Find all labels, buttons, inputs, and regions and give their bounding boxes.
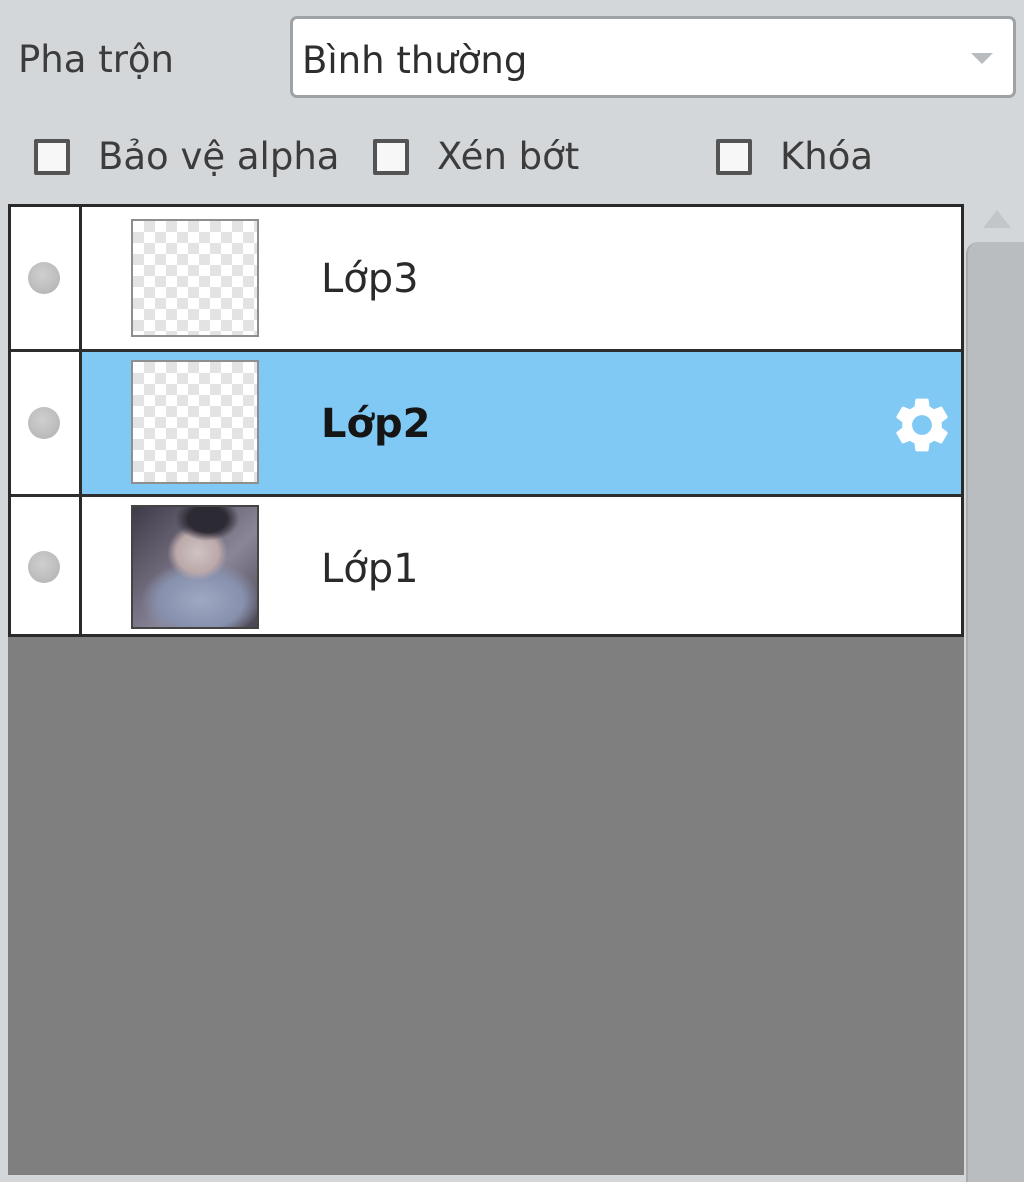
visibility-column <box>11 497 82 634</box>
layers-panel: Lớp3 Lớp2 Lớp1 <box>8 204 964 1175</box>
layer-row-lop3[interactable]: Lớp3 <box>11 207 961 349</box>
blend-mode-value: Bình thường <box>302 39 528 82</box>
clipping-checkbox[interactable]: Xén bớt <box>373 132 579 182</box>
layer-thumbnail <box>131 360 259 484</box>
clipping-box[interactable] <box>373 139 409 175</box>
layer-row-lop2[interactable]: Lớp2 <box>11 352 961 494</box>
protect-alpha-box[interactable] <box>34 139 70 175</box>
layer-thumbnail-photo <box>131 505 259 629</box>
visibility-column <box>11 352 82 494</box>
layer-name: Lớp3 <box>321 256 419 302</box>
clipping-label: Xén bớt <box>437 135 580 178</box>
blend-mode-label: Pha trộn <box>18 38 175 81</box>
chevron-down-icon <box>971 53 993 64</box>
vertical-scrollbar-thumb[interactable] <box>966 242 1024 1182</box>
lock-label: Khóa <box>780 135 874 178</box>
visibility-dot-icon[interactable] <box>28 407 60 439</box>
layer-thumbnail <box>131 219 259 337</box>
gear-icon[interactable] <box>889 392 955 458</box>
layer-name: Lớp1 <box>321 546 419 592</box>
protect-alpha-checkbox[interactable]: Bảo vệ alpha <box>34 132 339 182</box>
visibility-column <box>11 207 82 349</box>
layer-row-lop1[interactable]: Lớp1 <box>11 497 961 634</box>
protect-alpha-label: Bảo vệ alpha <box>98 135 340 178</box>
lock-box[interactable] <box>716 139 752 175</box>
layer-name: Lớp2 <box>321 401 431 447</box>
scroll-up-arrow-icon[interactable] <box>983 210 1011 228</box>
layer-list: Lớp3 Lớp2 Lớp1 <box>8 204 964 637</box>
blend-mode-select[interactable]: Bình thường <box>290 16 1016 98</box>
lock-checkbox[interactable]: Khóa <box>716 132 873 182</box>
visibility-dot-icon[interactable] <box>28 551 60 583</box>
visibility-dot-icon[interactable] <box>28 262 60 294</box>
